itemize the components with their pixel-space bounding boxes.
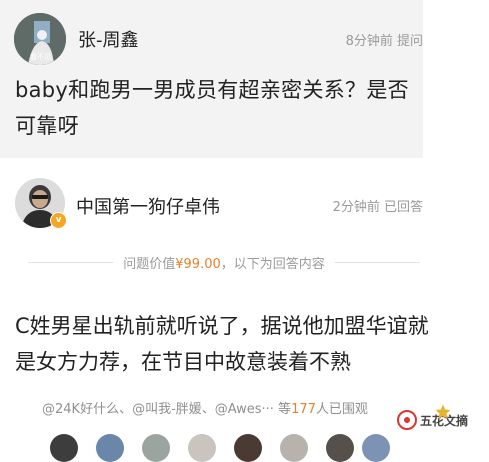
price-prefix: 问题价值 (123, 256, 176, 272)
question-meta: 8分钟前 提问 (345, 34, 423, 49)
question-author-name[interactable]: 张-周鑫 (78, 26, 139, 52)
onlooker-avatar[interactable] (96, 434, 124, 462)
question-author-avatar[interactable]: 看不见 (14, 13, 66, 65)
onlooker-avatar[interactable] (234, 434, 262, 462)
star-icon (435, 404, 451, 419)
answer-meta: 2分钟前 已回答 (332, 200, 423, 215)
answer-text: C姓男星出轨前就听说了，据说他加盟华谊就是女方力荐，在节目中故意装着不熟 (15, 314, 429, 374)
onlookers-line[interactable]: @24K好什么、@叫我-胖媛、@Awes··· 等177人已围观 (42, 398, 368, 417)
divider-left (28, 261, 114, 263)
onlooker-avatar[interactable] (362, 434, 390, 462)
onlookers-prefix: @24K好什么、@叫我-胖媛、@Awes··· 等 (42, 402, 292, 417)
onlooker-avatar[interactable] (142, 434, 170, 462)
price-value: ¥99.00 (175, 256, 221, 272)
onlooker-avatar[interactable] (188, 434, 216, 462)
onlookers-count: 177 (291, 402, 316, 417)
onlooker-avatar[interactable] (280, 434, 308, 462)
onlookers-suffix: 人已围观 (315, 402, 368, 417)
divider-right (334, 261, 420, 263)
avatar-caption: 看不见 (30, 53, 51, 61)
watermark-logo-icon (397, 410, 417, 430)
onlooker-avatar[interactable] (326, 434, 354, 462)
question-card: 看不见 张-周鑫 8分钟前 提问 baby和跑男一男成员有超亲密关系？是否可靠呀 (0, 0, 423, 158)
verified-badge: v (50, 212, 67, 229)
question-text: baby和跑男一男成员有超亲密关系？是否可靠呀 (15, 78, 409, 138)
onlooker-avatars (50, 434, 390, 462)
answer-author-name[interactable]: 中国第一狗仔卓伟 (76, 193, 220, 219)
price-suffix: ，以下为回答内容 (220, 256, 325, 272)
watermark: 五花文摘 (396, 404, 489, 435)
onlooker-avatar[interactable] (50, 434, 78, 462)
price-divider: 问题价值¥99.00，以下为回答内容 (28, 252, 420, 272)
price-info: 问题价值¥99.00，以下为回答内容 (113, 253, 335, 272)
